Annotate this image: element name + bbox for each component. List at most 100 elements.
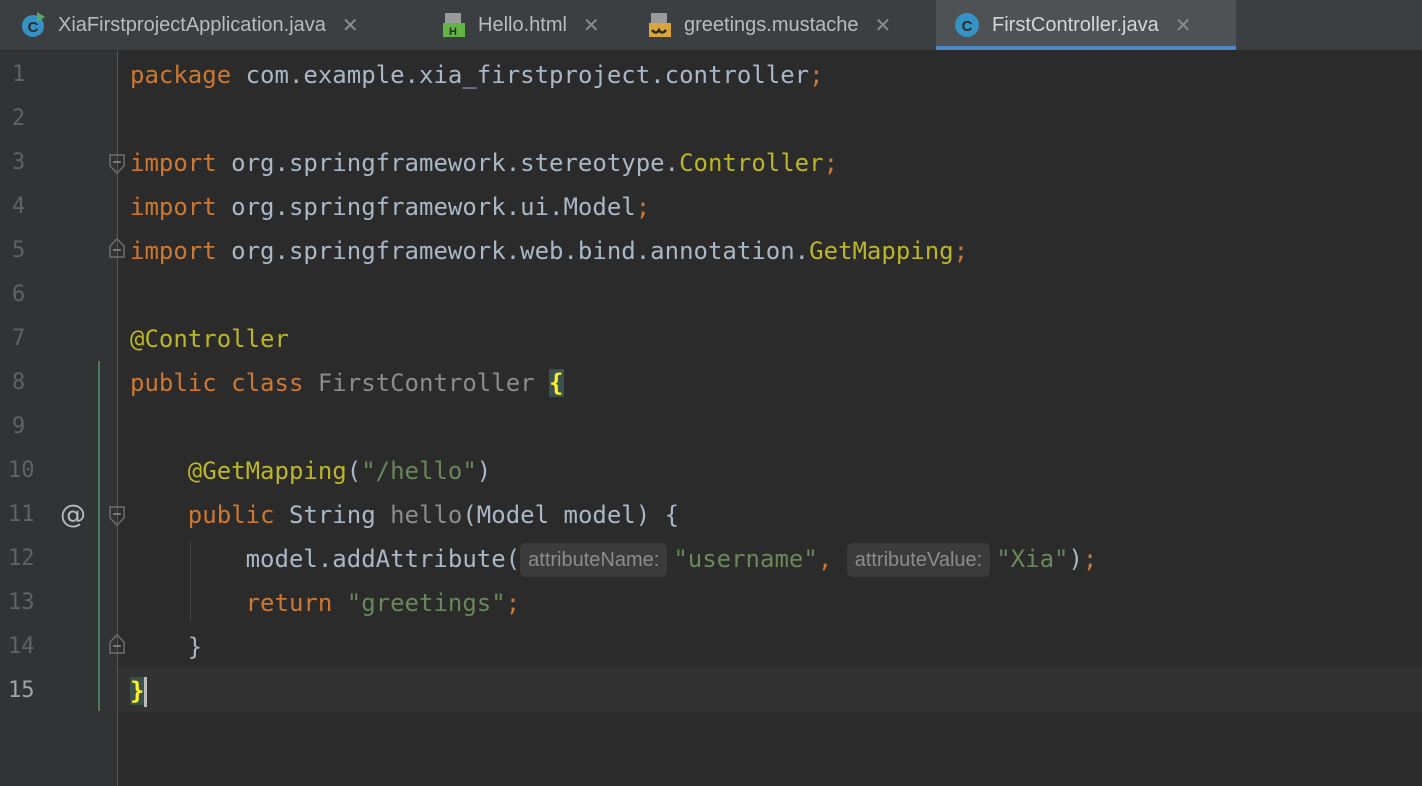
code-line-5[interactable]: import org.springframework.web.bind.anno… — [130, 229, 968, 273]
method-call: model.addAttribute( — [245, 545, 521, 573]
code-line-7[interactable]: @Controller — [130, 317, 289, 361]
paren: ( — [346, 457, 362, 485]
line-number: 14 — [8, 634, 35, 659]
line-number: 9 — [12, 414, 26, 439]
keyword: package — [130, 61, 232, 89]
code-line-14[interactable]: } — [130, 625, 202, 669]
keyword: public — [130, 369, 217, 397]
fold-collapse-icon[interactable] — [109, 154, 125, 174]
java-class-icon: C — [955, 13, 979, 37]
string-literal: "/hello" — [361, 457, 477, 485]
semicolon: ; — [505, 589, 521, 617]
keyword: import — [130, 193, 217, 221]
semicolon: ; — [1082, 545, 1098, 573]
annotation: @GetMapping — [187, 457, 347, 485]
class-name: FirstController — [303, 369, 550, 397]
fold-end-icon[interactable] — [109, 238, 125, 258]
keyword: import — [130, 149, 217, 177]
line-number: 6 — [12, 282, 26, 307]
close-icon[interactable]: ✕ — [342, 13, 359, 38]
tab-label: Hello.html — [478, 13, 567, 36]
line-number: 11 — [8, 502, 35, 527]
line-number-current: 15 — [8, 678, 35, 703]
line-number: 5 — [12, 238, 26, 263]
keyword: return — [245, 589, 333, 617]
semicolon: ; — [809, 61, 824, 89]
line-number: 3 — [12, 150, 26, 175]
code-line-1[interactable]: package com.example.xia_firstproject.con… — [130, 53, 824, 97]
code-line-8[interactable]: public class FirstController { — [130, 361, 564, 405]
semicolon: ; — [823, 149, 839, 177]
svg-text:C: C — [28, 19, 39, 36]
text-caret — [144, 677, 148, 707]
matched-brace: } — [130, 677, 145, 705]
tab-firstcontroller[interactable]: C FirstController.java ✕ — [936, 0, 1236, 50]
svg-text:H: H — [449, 26, 457, 38]
method-name: hello — [390, 501, 463, 529]
code-line-15[interactable]: } — [130, 669, 148, 713]
line-number: 4 — [12, 194, 26, 219]
parameter-hint: attributeName: — [520, 543, 668, 577]
comma: , — [817, 545, 847, 573]
semicolon: ; — [953, 237, 969, 265]
code-line-11[interactable]: public String hello(Model model) { — [130, 493, 679, 537]
class-ref: GetMapping — [809, 237, 954, 265]
tab-xiafirstprojectapplication[interactable]: C XiaFirstprojectApplication.java ✕ — [0, 0, 432, 50]
tab-greetings-mustache[interactable]: greetings.mustache ✕ — [638, 0, 936, 50]
code-line-10[interactable]: @GetMapping("/hello") — [130, 449, 491, 493]
code-text: org.springframework.stereotype. — [216, 149, 680, 177]
tab-label: FirstController.java — [992, 13, 1159, 36]
java-class-run-icon: C — [22, 12, 45, 37]
code-line-4[interactable]: import org.springframework.ui.Model; — [130, 185, 650, 229]
current-line-highlight — [118, 668, 1422, 712]
html-file-icon: H — [443, 13, 465, 38]
code-line-3[interactable]: import org.springframework.stereotype.Co… — [130, 141, 838, 185]
line-number: 7 — [12, 326, 26, 351]
parameter-hint: attributeValue: — [846, 543, 991, 577]
line-number: 13 — [8, 590, 35, 615]
tab-label: greetings.mustache — [684, 13, 859, 36]
tab-hello-html[interactable]: H Hello.html ✕ — [432, 0, 638, 50]
svg-text:C: C — [962, 18, 973, 35]
close-icon[interactable]: ✕ — [875, 13, 892, 38]
close-icon[interactable]: ✕ — [1175, 13, 1192, 38]
line-number: 1 — [12, 62, 26, 87]
code-text: org.springframework.ui.Model — [216, 193, 636, 221]
keyword: public — [187, 501, 275, 529]
annotation: @Controller — [130, 325, 289, 353]
code-text: org.springframework.web.bind.annotation. — [216, 237, 810, 265]
string-literal: "username" — [673, 545, 818, 573]
keyword: class — [216, 369, 304, 397]
overrides-marker-icon[interactable]: @ — [60, 493, 86, 537]
brace: } — [187, 633, 203, 661]
scope-highlight-bar — [98, 361, 100, 711]
line-number: 2 — [12, 106, 26, 131]
code-line-12[interactable]: model.addAttribute(attributeName: "userna… — [130, 537, 1097, 581]
fold-collapse-icon[interactable] — [109, 506, 125, 526]
semicolon: ; — [635, 193, 651, 221]
code-editor[interactable]: 1 2 3 4 5 6 7 8 9 10 11 12 13 14 15 @ pa… — [0, 51, 1422, 786]
code-line-13[interactable]: return "greetings"; — [130, 581, 521, 625]
code-text: com.example.xia_firstproject.controller — [231, 61, 810, 89]
tab-label: XiaFirstprojectApplication.java — [58, 13, 326, 36]
string-literal: "greetings" — [332, 589, 506, 617]
type: String — [274, 501, 391, 529]
mustache-file-icon — [649, 13, 671, 37]
fold-end-icon[interactable] — [109, 634, 125, 654]
paren: ) — [1068, 545, 1083, 573]
keyword: import — [130, 237, 217, 265]
class-ref: Controller — [679, 149, 824, 177]
params: (Model model) { — [462, 501, 680, 529]
string-literal: "Xia" — [996, 545, 1069, 573]
editor-tab-bar: C XiaFirstprojectApplication.java ✕ H He… — [0, 0, 1422, 51]
matched-brace: { — [549, 369, 564, 397]
paren: ) — [476, 457, 492, 485]
line-number: 10 — [8, 458, 35, 483]
line-number: 12 — [8, 546, 35, 571]
close-icon[interactable]: ✕ — [583, 13, 600, 38]
line-number: 8 — [12, 370, 26, 395]
